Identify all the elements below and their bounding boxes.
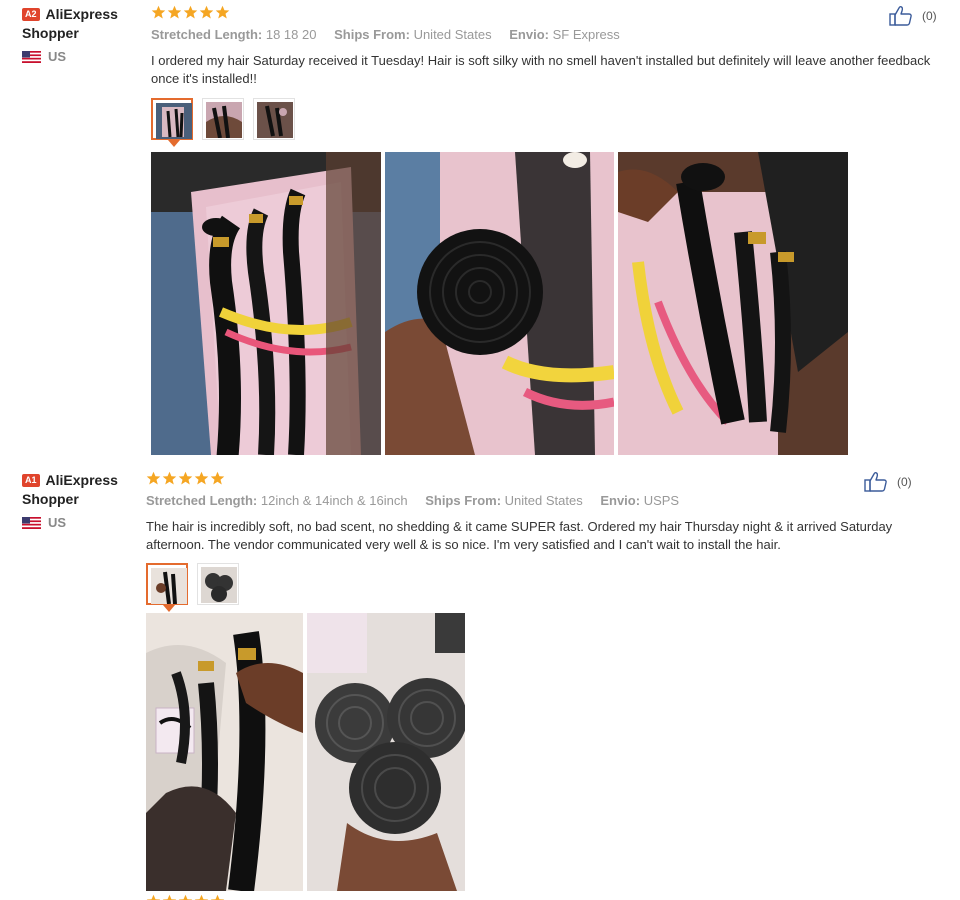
review-photos: [146, 613, 465, 891]
helpful-button[interactable]: (0): [889, 5, 937, 26]
review-item: A1 AliExpress Shopper US Stretched Length…: [0, 466, 960, 900]
star-icon: [194, 471, 209, 485]
reviewer-info: A2 AliExpress Shopper US: [22, 5, 142, 64]
envio-value: SF Express: [552, 27, 620, 42]
review-text: The hair is incredibly soft, no bad scen…: [146, 519, 893, 552]
thumbnail-strip: [146, 563, 239, 612]
pink-bag-bundles-photo[interactable]: [151, 152, 381, 455]
level-badge: A2: [22, 8, 40, 21]
star-icon: [178, 471, 193, 485]
star-rating: [146, 471, 225, 486]
us-flag-icon: [22, 50, 41, 63]
star-rating: [151, 5, 230, 20]
straight-hair-held-photo[interactable]: [146, 613, 303, 891]
ships-from-value: United States: [504, 493, 583, 508]
star-icon: [146, 471, 161, 485]
star-icon: [199, 5, 214, 19]
us-flag-icon: [22, 516, 41, 529]
star-icon: [210, 894, 225, 900]
review-thumbnail[interactable]: [202, 98, 244, 140]
helpful-count: (0): [897, 474, 912, 489]
thumbs-up-icon: [889, 5, 912, 26]
star-icon: [210, 471, 225, 485]
envio-label: Envio:: [600, 493, 641, 508]
review-thumbnail[interactable]: [253, 98, 295, 140]
review-thumbnail[interactable]: [146, 563, 188, 612]
helpful-button[interactable]: (0): [864, 471, 912, 492]
length-value: 18 18 20: [265, 27, 317, 42]
review-thumbnail[interactable]: [197, 563, 239, 605]
star-icon: [167, 5, 182, 19]
bundles-held-photo[interactable]: [618, 152, 848, 455]
thumbs-up-icon: [864, 471, 887, 492]
helpful-count: (0): [922, 8, 937, 23]
length-label: Stretched Length:: [151, 27, 263, 42]
ships-from-label: Ships From:: [425, 493, 502, 508]
star-icon: [162, 471, 177, 485]
three-rolls-photo[interactable]: [307, 613, 465, 891]
review-thumbnail[interactable]: [151, 98, 193, 147]
ships-from-value: United States: [413, 27, 492, 42]
review-photos: [151, 152, 848, 455]
reviewer-name: A1 AliExpress Shopper: [22, 472, 118, 507]
star-icon: [183, 5, 198, 19]
envio-label: Envio:: [509, 27, 549, 42]
star-icon: [162, 894, 177, 900]
level-badge: A1: [22, 474, 40, 487]
length-value: 12inch & 14inch & 16inch: [260, 493, 408, 508]
star-icon: [146, 894, 161, 900]
review-item: A2 AliExpress Shopper US Stretched Length…: [0, 0, 960, 462]
star-rating: [146, 894, 225, 900]
star-icon: [194, 894, 209, 900]
reviewer-country: US: [22, 515, 142, 530]
product-specs: Stretched Length: 18 18 20 Ships From: U…: [151, 27, 634, 42]
review-text: I ordered my hair Saturday received it T…: [151, 53, 931, 86]
next-review-partial: [22, 892, 922, 900]
reviewer-country: US: [22, 49, 142, 64]
star-icon: [151, 5, 166, 19]
star-icon: [178, 894, 193, 900]
ships-from-label: Ships From:: [334, 27, 410, 42]
envio-value: USPS: [643, 493, 680, 508]
star-icon: [215, 5, 230, 19]
hair-roll-in-hand-photo[interactable]: [385, 152, 614, 455]
length-label: Stretched Length:: [146, 493, 258, 508]
thumbnail-strip: [151, 98, 295, 147]
reviewer-name: A2 AliExpress Shopper: [22, 6, 118, 41]
reviewer-info: A1 AliExpress Shopper US: [22, 471, 142, 530]
product-specs: Stretched Length: 12inch & 14inch & 16in…: [146, 493, 693, 508]
